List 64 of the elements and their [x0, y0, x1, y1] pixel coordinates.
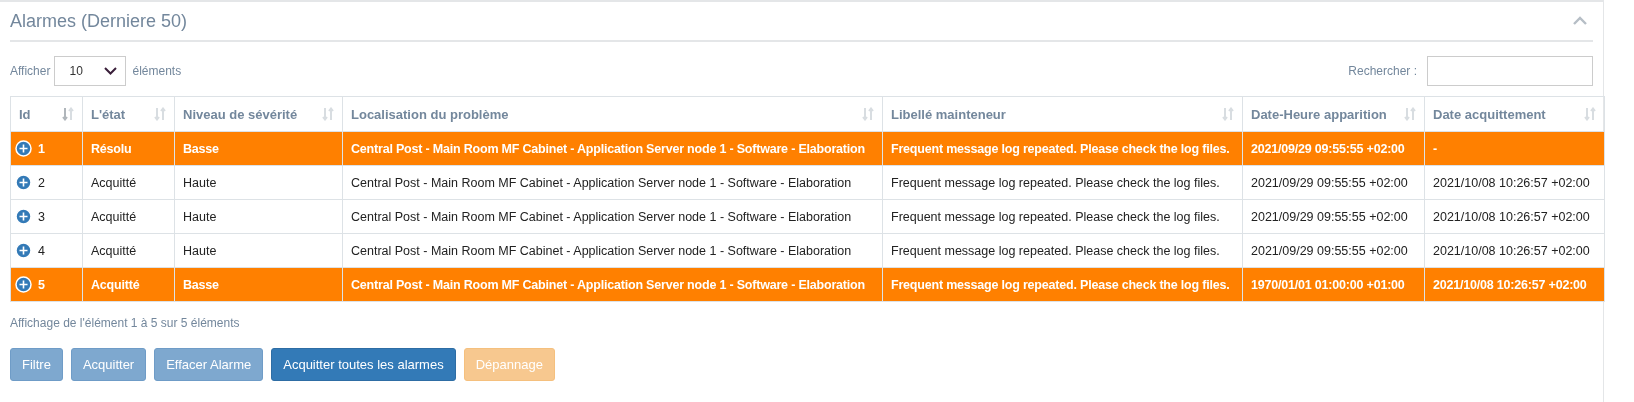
expand-row-icon[interactable]	[15, 208, 32, 225]
table-cell: Central Post - Main Room MF Cabinet - Application Server node 1 - Software - Elaboration	[342, 267, 883, 302]
table-cell: 2	[10, 165, 83, 200]
sort-icon[interactable]	[62, 107, 74, 121]
table-cell: 2021/09/29 09:55:55 +02:00	[1242, 199, 1425, 234]
table-cell: Haute	[174, 233, 343, 268]
table-cell: -	[1424, 131, 1605, 166]
table-cell: Central Post - Main Room MF Cabinet - Application Server node 1 - Software - Elaboration	[342, 199, 883, 234]
table-cell: Frequent message log repeated. Please check the log files.	[882, 131, 1243, 166]
table-cell: Frequent message log repeated. Please check the log files.	[882, 199, 1243, 234]
column-header[interactable]: Niveau de sévérité	[174, 96, 343, 132]
expand-row-icon[interactable]	[15, 242, 32, 259]
table-cell: Central Post - Main Room MF Cabinet - Application Server node 1 - Software - Elaboration	[342, 131, 883, 166]
table-cell: Central Post - Main Room MF Cabinet - Application Server node 1 - Software - Elaboration	[342, 233, 883, 268]
column-header[interactable]: Id	[10, 96, 83, 132]
entries-label: éléments	[132, 64, 182, 78]
table-cell: 2021/09/29 09:55:55 +02:00	[1242, 131, 1425, 166]
table-cell: 2021/10/08 10:26:57 +02:00	[1424, 233, 1605, 268]
table-cell: Haute	[174, 199, 343, 234]
table-cell: Acquitté	[82, 267, 175, 302]
table-cell: Acquitté	[82, 233, 175, 268]
table-cell: Central Post - Main Room MF Cabinet - Application Server node 1 - Software - Elaboration	[342, 165, 883, 200]
table-cell: Basse	[174, 131, 343, 166]
expand-row-icon[interactable]	[15, 140, 32, 157]
table-cell: Haute	[174, 165, 343, 200]
column-header[interactable]: Localisation du problème	[342, 96, 883, 132]
panel-title: Alarmes (Derniere 50)	[10, 10, 188, 32]
search-field[interactable]	[1427, 56, 1593, 86]
page-length-select[interactable]: 10	[54, 56, 127, 86]
search-label: Rechercher :	[1348, 64, 1417, 78]
expand-row-icon[interactable]	[15, 174, 32, 191]
table-cell: 2021/10/08 10:26:57 +02:00	[1424, 267, 1605, 302]
sort-icon[interactable]	[154, 107, 166, 121]
show-label: Afficher	[10, 64, 51, 78]
table-cell: 2021/09/29 09:55:55 +02:00	[1242, 165, 1425, 200]
table-cell: Acquitté	[82, 165, 175, 200]
table-cell: Frequent message log repeated. Please check the log files.	[882, 165, 1243, 200]
collapse-icon[interactable]	[1573, 16, 1587, 26]
sort-icon[interactable]	[1584, 107, 1596, 121]
column-header[interactable]: Date-Heure apparition	[1242, 96, 1425, 132]
table-cell: 2021/09/29 09:55:55 +02:00	[1242, 233, 1425, 268]
expand-row-icon[interactable]	[15, 276, 32, 293]
table-cell: 1970/01/01 01:00:00 +01:00	[1242, 267, 1425, 302]
table-cell: 1	[10, 131, 83, 166]
column-header[interactable]: L'état	[82, 96, 175, 132]
column-header[interactable]: Libellé mainteneur	[882, 96, 1243, 132]
sort-icon[interactable]	[322, 107, 334, 121]
table-cell: 5	[10, 267, 83, 302]
table-cell: Résolu	[82, 131, 175, 166]
table-cell: Frequent message log repeated. Please check the log files.	[882, 267, 1243, 302]
column-header[interactable]: Date acquittement	[1424, 96, 1605, 132]
sort-icon[interactable]	[1404, 107, 1416, 121]
chevron-down-icon	[104, 67, 118, 75]
table-cell: 4	[10, 233, 83, 268]
table-cell: Frequent message log repeated. Please check the log files.	[882, 233, 1243, 268]
table-cell: 3	[10, 199, 83, 234]
sort-icon[interactable]	[1222, 107, 1234, 121]
table-cell: 2021/10/08 10:26:57 +02:00	[1424, 199, 1605, 234]
table-cell: Basse	[174, 267, 343, 302]
table-info: Affichage de l'élément 1 à 5 sur 5 éléments	[10, 316, 241, 330]
table-cell: 2021/10/08 10:26:57 +02:00	[1424, 165, 1605, 200]
action-button[interactable]: Acquitter toutes les alarmes	[271, 348, 456, 381]
sort-icon[interactable]	[862, 107, 874, 121]
table-cell: Acquitté	[82, 199, 175, 234]
